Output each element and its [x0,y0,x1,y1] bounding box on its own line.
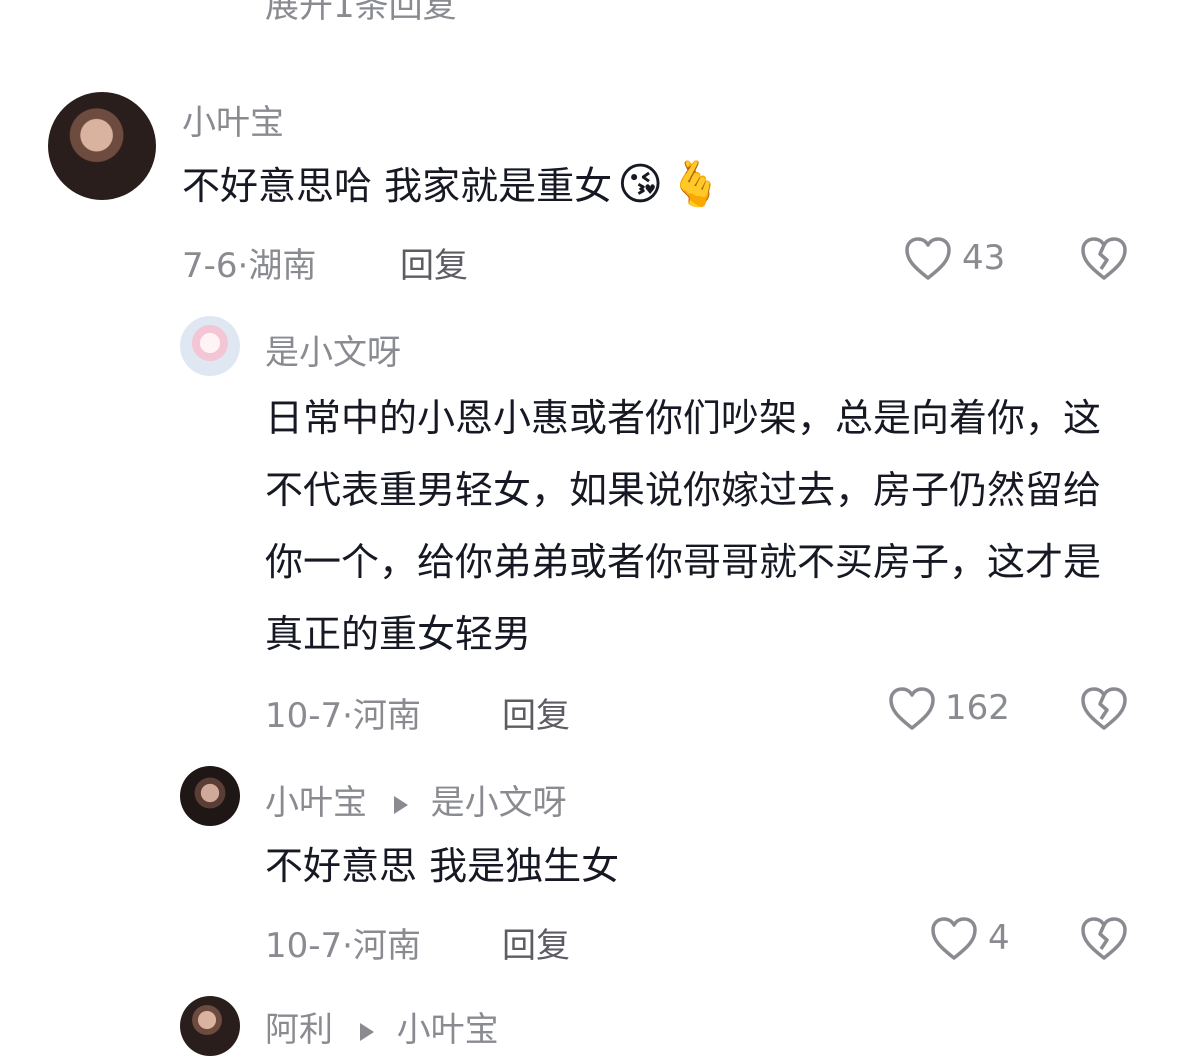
triangle-right-icon [359,1022,374,1041]
reply-header: 小叶宝 是小文呀 [265,775,567,824]
comment-text: 日常中的小恩小惠或者你们吵架，总是向着你，这不代表重男轻女，如果说你嫁过去，房子… [265,396,1102,656]
broken-heart-icon[interactable] [1080,916,1128,962]
comment-date: 7-6 [182,246,238,286]
reply-button[interactable]: 回复 [502,918,570,967]
broken-heart-icon[interactable] [1080,686,1128,732]
kiss-emoji-icon: 😘 [617,159,664,210]
triangle-right-icon [393,795,408,814]
avatar[interactable] [180,996,240,1056]
comment-text: 不好意思哈 我家就是重女 [182,164,613,208]
comment-location: 河南 [352,696,421,736]
comment-meta: 10-7·河南 [265,696,421,736]
like-count: 43 [962,238,1006,278]
comment-username[interactable]: 小叶宝 [182,95,284,144]
avatar[interactable] [180,316,240,376]
comment-body: 不好意思哈 我家就是重女 😘 🫰 [182,150,902,222]
finger-heart-emoji-icon: 🫰 [668,159,723,210]
comment-location: 湖南 [248,246,317,286]
comment-date: 10-7 [265,696,343,736]
reply-button[interactable]: 回复 [400,238,468,287]
heart-outline-icon[interactable] [930,916,978,962]
heart-outline-icon[interactable] [888,686,936,732]
reply-header: 阿利 小叶宝 [265,1002,499,1051]
like-count: 4 [988,918,1010,958]
reply-to-username[interactable]: 小叶宝 [397,1010,499,1050]
reply-to-username[interactable]: 是小文呀 [431,783,567,823]
comment-meta: 7-6·湖南 [182,246,317,286]
avatar[interactable] [180,766,240,826]
comment-meta: 10-7·河南 [265,926,421,966]
comment-text: 不好意思 我是独生女 [265,844,620,888]
expand-replies-link[interactable]: 展开1条回复 [265,0,457,27]
like-count: 162 [945,688,1010,728]
broken-heart-icon[interactable] [1080,236,1128,282]
reply-button[interactable]: 回复 [502,688,570,737]
heart-outline-icon[interactable] [904,236,952,282]
comment-username[interactable]: 是小文呀 [265,325,401,374]
comment-username[interactable]: 小叶宝 [265,783,367,823]
comment-location: 河南 [352,926,421,966]
comment-date: 10-7 [265,926,343,966]
avatar[interactable] [48,92,156,200]
comment-username[interactable]: 阿利 [265,1010,333,1050]
